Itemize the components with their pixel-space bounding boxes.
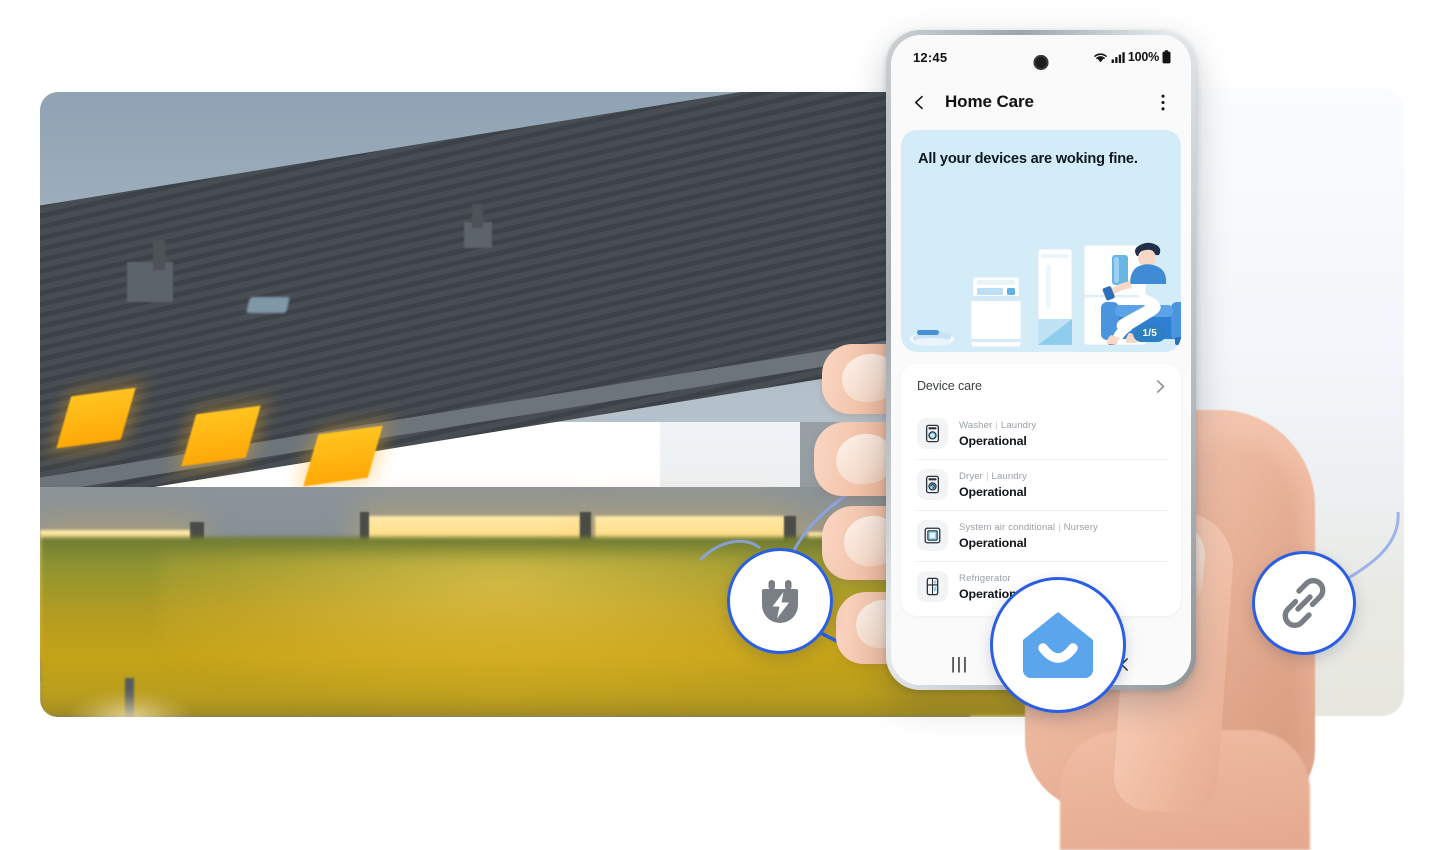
chevron-right-icon <box>1156 379 1165 393</box>
device-meta: Washer | Laundry <box>959 420 1167 431</box>
table-row[interactable]: System air conditional | Nursery Operation… <box>901 510 1181 561</box>
meta-separator: | <box>1058 521 1061 533</box>
status-bar: 12:45 100% <box>891 35 1191 79</box>
device-info: System air conditional | Nursery Operation… <box>959 522 1167 550</box>
front-camera-punch-hole <box>1033 55 1049 70</box>
roof-vent-window <box>246 297 290 313</box>
device-name: Refrigerator <box>959 572 1011 584</box>
smartthings-logo-badge[interactable] <box>990 577 1126 713</box>
back-button[interactable] <box>907 90 931 114</box>
device-name: System air conditional <box>959 521 1056 533</box>
status-badge: Operational <box>959 484 1027 499</box>
chimney-right-pipe <box>472 204 483 228</box>
device-care-header[interactable]: Device care <box>901 364 1181 408</box>
status-time: 12:45 <box>913 49 948 65</box>
power-plug-bolt-icon <box>762 580 798 623</box>
chimney-left-pipe <box>153 240 165 270</box>
app-bar: Home Care <box>891 79 1191 125</box>
status-indicators: 100% <box>1093 50 1171 64</box>
meta-separator: | <box>995 419 998 431</box>
more-vertical-icon <box>1161 94 1165 110</box>
device-name: Washer <box>959 419 993 431</box>
air-purifier-illustration <box>1037 248 1073 346</box>
meta-separator: | <box>985 470 989 482</box>
device-meta: System air conditional | Nursery <box>959 522 1167 533</box>
washer-dryer-illustration <box>967 276 1025 348</box>
status-badge: Operational <box>959 535 1027 550</box>
device-care-label: Device care <box>917 379 982 393</box>
promo-scene: 12:45 100% Home Care All your devices ar… <box>0 0 1440 850</box>
cellular-signal-icon <box>1111 51 1125 63</box>
bollard-light-glow <box>70 692 190 717</box>
device-room: Laundry <box>991 470 1027 482</box>
chevron-left-icon <box>914 95 923 109</box>
robot-vacuum-illustration <box>910 330 954 346</box>
device-info: Dryer | Laundry Operational <box>959 471 1167 499</box>
table-row[interactable]: Washer | Laundry Operational <box>901 408 1181 459</box>
device-name: Dryer <box>959 470 983 482</box>
status-badge: Operational <box>959 433 1027 448</box>
banner-pagination[interactable]: 1/5 <box>1133 325 1166 342</box>
page-title: Home Care <box>945 92 1034 111</box>
battery-icon <box>1162 50 1171 64</box>
fridge-icon <box>917 571 948 602</box>
chain-link-icon <box>1282 578 1326 628</box>
dryer-icon <box>917 469 948 500</box>
banner-title: All your devices are woking fine. <box>918 151 1138 167</box>
smartthings-home-smile-icon <box>1023 612 1093 678</box>
link-badge[interactable] <box>1252 551 1356 655</box>
recents-icon[interactable]: ||| <box>951 654 969 674</box>
battery-percentage: 100% <box>1127 50 1159 64</box>
status-banner-card[interactable]: All your devices are woking fine. 1/5 <box>901 130 1181 352</box>
chimney-left <box>127 262 173 302</box>
device-room: Laundry <box>1000 419 1037 431</box>
device-room: Nursery <box>1063 521 1098 533</box>
table-row[interactable]: Dryer | Laundry Operational <box>901 459 1181 510</box>
overflow-menu-button[interactable] <box>1151 90 1175 114</box>
device-info: Washer | Laundry Operational <box>959 420 1167 448</box>
ac-icon <box>917 520 948 551</box>
power-badge[interactable] <box>727 548 833 654</box>
device-meta: Dryer | Laundry <box>959 471 1167 482</box>
washer-icon <box>917 418 948 449</box>
wifi-icon <box>1094 52 1107 62</box>
